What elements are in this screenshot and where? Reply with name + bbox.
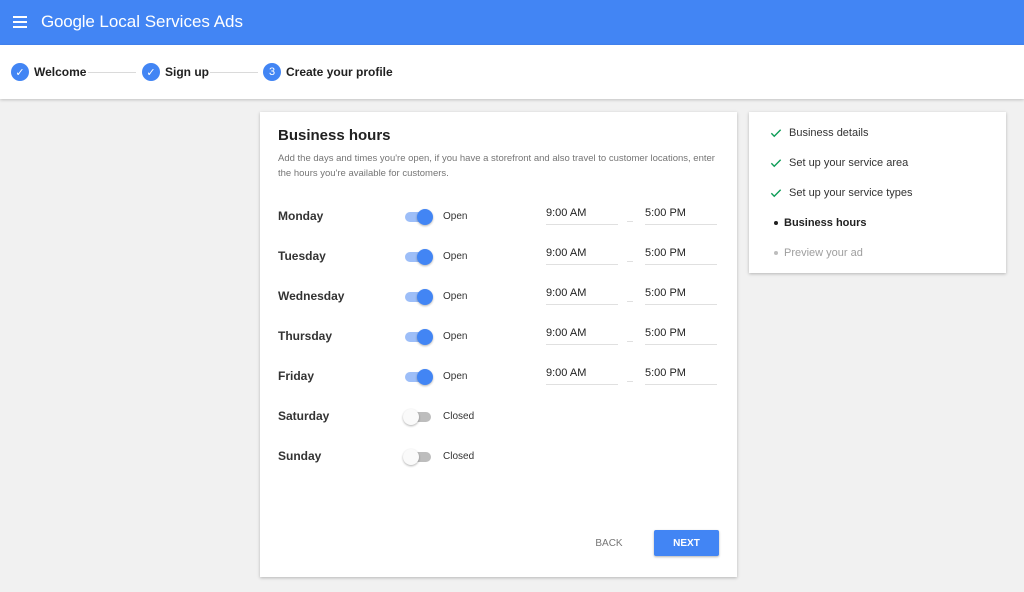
day-label: Thursday <box>278 329 333 343</box>
checklist-item-preview-ad: Preview your ad <box>749 245 1006 261</box>
day-label: Sunday <box>278 449 322 463</box>
time-separator <box>627 381 633 382</box>
time-separator <box>627 261 633 262</box>
open-toggle[interactable] <box>403 409 433 425</box>
day-label: Tuesday <box>278 249 326 263</box>
open-time-field[interactable]: 9:00 AM <box>546 365 618 385</box>
day-row-saturday: Saturday Closed <box>260 409 737 449</box>
step-welcome[interactable]: ✓ Welcome <box>11 63 86 81</box>
checklist-label: Business hours <box>784 217 867 229</box>
open-toggle[interactable] <box>403 369 433 385</box>
time-separator <box>627 301 633 302</box>
card-description: Add the days and times you're open, if y… <box>278 153 715 179</box>
step-number: 3 <box>263 63 281 81</box>
checklist-label: Preview your ad <box>784 247 863 259</box>
day-row-friday: Friday Open 9:00 AM 5:00 PM <box>260 367 737 409</box>
close-time-field[interactable]: 5:00 PM <box>645 365 717 385</box>
checklist-item-business-hours: Business hours <box>749 215 1006 231</box>
open-time-field[interactable]: 9:00 AM <box>546 245 618 265</box>
signup-stepper: ✓ Welcome ✓ Sign up 3 Create your profil… <box>0 45 1024 99</box>
open-time-field[interactable]: 9:00 AM <box>546 205 618 225</box>
app-title: Google Local Services Ads <box>41 12 243 32</box>
check-icon <box>770 159 782 168</box>
step-connector <box>88 72 136 73</box>
day-row-tuesday: Tuesday Open 9:00 AM 5:00 PM <box>260 247 737 289</box>
day-label: Saturday <box>278 409 330 423</box>
step-label: Welcome <box>34 65 87 79</box>
card-title: Business hours <box>278 127 391 144</box>
open-toggle[interactable] <box>403 209 433 225</box>
day-row-monday: Monday Open 9:00 AM 5:00 PM <box>260 207 737 249</box>
status-label: Closed <box>443 451 475 462</box>
checklist-item-service-types: Set up your service types <box>749 185 1006 201</box>
bullet-icon <box>774 251 778 255</box>
status-label: Open <box>443 211 468 222</box>
close-time-field[interactable]: 5:00 PM <box>645 325 717 345</box>
time-separator <box>627 221 633 222</box>
day-label: Friday <box>278 369 315 383</box>
checklist-label: Business details <box>789 127 869 139</box>
open-toggle[interactable] <box>403 449 433 465</box>
checklist-item-business-details: Business details <box>749 125 1006 141</box>
open-time-field[interactable]: 9:00 AM <box>546 325 618 345</box>
hamburger-menu-icon[interactable] <box>13 16 27 28</box>
progress-checklist: Business details Set up your service are… <box>749 112 1006 273</box>
open-time-field[interactable]: 9:00 AM <box>546 285 618 305</box>
open-toggle[interactable] <box>403 329 433 345</box>
open-toggle[interactable] <box>403 249 433 265</box>
step-sign-up[interactable]: ✓ Sign up <box>142 63 209 81</box>
check-icon <box>770 189 782 198</box>
status-label: Open <box>443 331 468 342</box>
step-label: Create your profile <box>286 65 393 79</box>
check-icon <box>770 129 782 138</box>
step-create-profile[interactable]: 3 Create your profile <box>263 63 393 81</box>
checklist-label: Set up your service area <box>789 157 909 169</box>
day-row-wednesday: Wednesday Open 9:00 AM 5:00 PM <box>260 287 737 329</box>
status-label: Open <box>443 371 468 382</box>
checklist-label: Set up your service types <box>789 187 913 199</box>
bullet-icon <box>774 221 778 225</box>
status-label: Open <box>443 291 468 302</box>
day-label: Monday <box>278 209 324 223</box>
close-time-field[interactable]: 5:00 PM <box>645 205 717 225</box>
day-row-sunday: Sunday Closed <box>260 449 737 489</box>
status-label: Open <box>443 251 468 262</box>
brand-product: Local Services Ads <box>99 12 243 31</box>
step-connector <box>210 72 258 73</box>
open-toggle[interactable] <box>403 289 433 305</box>
back-button[interactable]: BACK <box>586 530 632 556</box>
time-separator <box>627 341 633 342</box>
status-label: Closed <box>443 411 475 422</box>
check-icon: ✓ <box>142 63 160 81</box>
close-time-field[interactable]: 5:00 PM <box>645 285 717 305</box>
day-row-thursday: Thursday Open 9:00 AM 5:00 PM <box>260 327 737 369</box>
brand-google: Google <box>41 12 95 31</box>
close-time-field[interactable]: 5:00 PM <box>645 245 717 265</box>
step-label: Sign up <box>165 65 209 79</box>
checklist-item-service-area: Set up your service area <box>749 155 1006 171</box>
next-button[interactable]: NEXT <box>654 530 719 556</box>
business-hours-card: Business hours Add the days and times yo… <box>260 112 737 577</box>
app-header: Google Local Services Ads <box>0 0 1024 45</box>
day-label: Wednesday <box>278 289 345 303</box>
check-icon: ✓ <box>11 63 29 81</box>
